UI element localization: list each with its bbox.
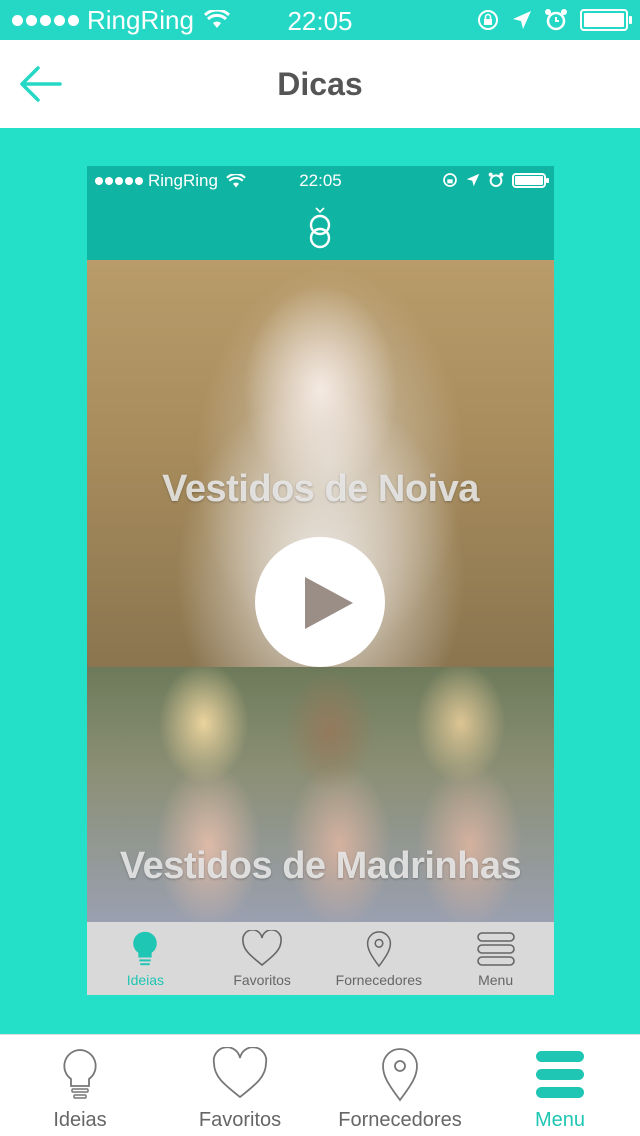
- tab-bar: Ideias Favoritos Fornecedores Menu: [0, 1034, 640, 1136]
- preview-tab-bar: Ideias Favoritos Fornecedores Menu: [87, 922, 554, 995]
- card-title: Vestidos de Noiva: [162, 468, 479, 510]
- rotation-lock-icon: [443, 173, 457, 187]
- tab-label: Fornecedores: [335, 972, 423, 988]
- play-icon: [305, 577, 353, 629]
- preview-tab-favoritos[interactable]: Favoritos: [204, 922, 321, 995]
- tab-menu[interactable]: Menu: [480, 1035, 640, 1136]
- location-arrow-icon: [466, 173, 480, 187]
- preview-status-right: [442, 172, 549, 188]
- app-preview: RingRing 22:05 Vestidos de Noiva Vestido…: [87, 166, 554, 995]
- play-button[interactable]: [255, 537, 385, 667]
- tab-label: Favoritos: [233, 972, 291, 988]
- alarm-icon: [545, 9, 567, 31]
- heart-icon: [242, 930, 282, 967]
- battery-icon: [512, 172, 549, 188]
- tab-label: Ideias: [53, 1109, 107, 1131]
- status-right: [476, 8, 632, 32]
- header: Dicas: [0, 40, 640, 128]
- tab-favoritos[interactable]: Favoritos: [160, 1035, 320, 1136]
- tab-label: Menu: [478, 972, 514, 988]
- heart-icon: [212, 1047, 268, 1099]
- preview-tab-ideias[interactable]: Ideias: [87, 922, 204, 995]
- preview-tab-menu[interactable]: Menu: [437, 922, 554, 995]
- battery-icon: [580, 9, 632, 31]
- card-title: Vestidos de Madrinhas: [119, 845, 522, 887]
- page-title: Dicas: [277, 66, 363, 102]
- tab-label: Ideias: [126, 972, 165, 988]
- lightbulb-icon: [63, 1049, 97, 1099]
- lightbulb-icon: [133, 931, 158, 966]
- location-pin-icon: [382, 1048, 418, 1102]
- tab-ideias[interactable]: Ideias: [0, 1035, 160, 1136]
- status-bar: RingRing 22:05: [0, 0, 640, 40]
- alarm-icon: [488, 172, 504, 187]
- rings-logo-icon: [309, 207, 331, 249]
- tab-label: Menu: [534, 1109, 586, 1131]
- tab-label: Favoritos: [198, 1109, 282, 1131]
- rotation-lock-icon: [478, 10, 498, 30]
- preview-status-bar: RingRing 22:05: [87, 166, 554, 196]
- location-pin-icon: [366, 931, 392, 968]
- card-vestidos-de-madrinhas[interactable]: Vestidos de Madrinhas: [87, 667, 554, 922]
- preview-tab-fornecedores[interactable]: Fornecedores: [321, 922, 438, 995]
- menu-icon: [536, 1051, 584, 1098]
- tab-fornecedores[interactable]: Fornecedores: [320, 1035, 480, 1136]
- location-arrow-icon: [513, 11, 531, 29]
- tab-label: Fornecedores: [338, 1109, 462, 1131]
- menu-icon: [476, 932, 515, 966]
- preview-header: [87, 196, 554, 260]
